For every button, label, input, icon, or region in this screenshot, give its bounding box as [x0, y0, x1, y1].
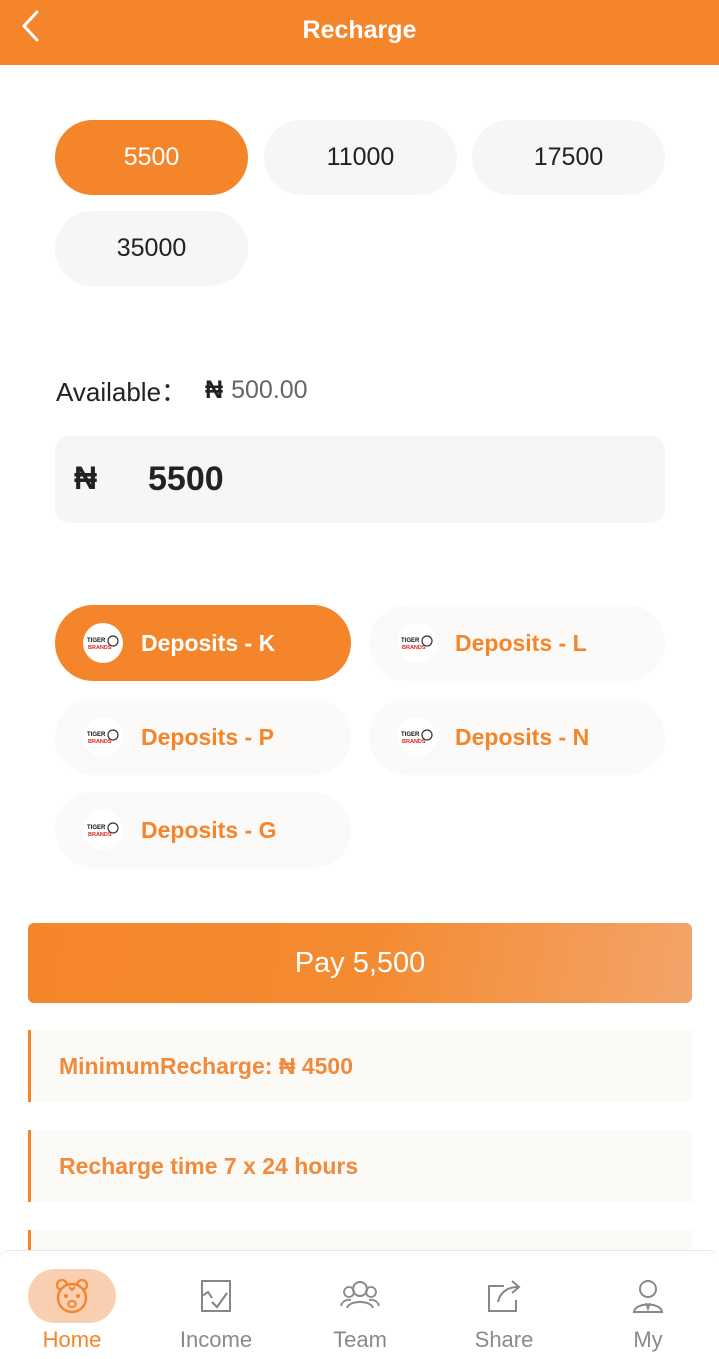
tiger-brands-logo: TIGER BRANDS	[83, 717, 123, 757]
amount-currency: ₦	[74, 460, 98, 496]
nav-share[interactable]: Share	[432, 1251, 576, 1359]
channel-deposits-l[interactable]: TIGER BRANDS Deposits - L	[369, 605, 665, 681]
available-value: 500.00	[231, 375, 308, 404]
amount-option-35000[interactable]: 35000	[55, 211, 248, 286]
team-icon	[340, 1281, 380, 1309]
nav-home[interactable]: Home	[0, 1251, 144, 1359]
channel-label: Deposits - K	[141, 629, 276, 656]
bottom-nav: Home Income Team Share My	[0, 1250, 719, 1359]
nav-label-home: Home	[42, 1327, 102, 1352]
channel-label: Deposits - G	[141, 816, 277, 843]
svg-text:BRANDS: BRANDS	[402, 739, 426, 745]
pay-button[interactable]: Pay 5,500	[28, 923, 692, 1003]
nav-label-my: My	[633, 1327, 663, 1352]
available-currency: ₦	[205, 375, 224, 404]
note-minimum-recharge: MinimumRecharge: ₦ 4500	[28, 1030, 692, 1102]
income-icon	[201, 1280, 231, 1312]
tiger-brands-logo: TIGER BRANDS	[83, 623, 123, 663]
tiger-brands-logo: TIGER BRANDS	[83, 810, 123, 850]
page-title: Recharge	[302, 16, 417, 44]
share-icon	[488, 1280, 521, 1312]
svg-text:TIGER: TIGER	[401, 732, 420, 738]
channel-deposits-n[interactable]: TIGER BRANDS Deposits - N	[369, 699, 665, 775]
amount-field: ₦	[55, 436, 665, 523]
svg-text:TIGER: TIGER	[401, 638, 420, 644]
tiger-icon	[55, 1278, 89, 1314]
channel-label: Deposits - N	[455, 723, 590, 750]
amount-option-11000[interactable]: 11000	[264, 120, 457, 195]
nav-my[interactable]: My	[576, 1251, 719, 1359]
nav-team[interactable]: Team	[288, 1251, 432, 1359]
amount-input[interactable]	[148, 452, 628, 506]
nav-income[interactable]: Income	[144, 1251, 288, 1359]
channel-deposits-k[interactable]: TIGER BRANDS Deposits - K	[55, 605, 351, 681]
channel-label: Deposits - L	[455, 629, 587, 656]
svg-text:TIGER: TIGER	[87, 732, 106, 738]
svg-text:TIGER: TIGER	[87, 638, 106, 644]
user-icon	[632, 1280, 664, 1313]
svg-text:BRANDS: BRANDS	[88, 832, 112, 838]
nav-label-share: Share	[474, 1327, 534, 1352]
amount-option-17500[interactable]: 17500	[472, 120, 665, 195]
nav-label-team: Team	[333, 1327, 387, 1352]
svg-text:BRANDS: BRANDS	[402, 645, 426, 651]
tiger-brands-logo: TIGER BRANDS	[397, 623, 437, 663]
channel-deposits-g[interactable]: TIGER BRANDS Deposits - G	[55, 792, 351, 868]
svg-text:BRANDS: BRANDS	[88, 739, 112, 745]
available-label: Available：	[56, 376, 188, 407]
svg-text:BRANDS: BRANDS	[88, 645, 112, 651]
available-balance: Available： ₦ 500.00	[56, 374, 308, 407]
svg-text:TIGER: TIGER	[87, 825, 106, 831]
nav-label-income: Income	[179, 1327, 253, 1352]
channel-deposits-p[interactable]: TIGER BRANDS Deposits - P	[55, 699, 351, 775]
channel-label: Deposits - P	[141, 723, 274, 750]
tiger-brands-logo: TIGER BRANDS	[397, 717, 437, 757]
note-recharge-time: Recharge time 7 x 24 hours	[28, 1130, 692, 1202]
top-bar: Recharge	[0, 0, 719, 65]
amount-option-5500[interactable]: 5500	[55, 120, 248, 195]
